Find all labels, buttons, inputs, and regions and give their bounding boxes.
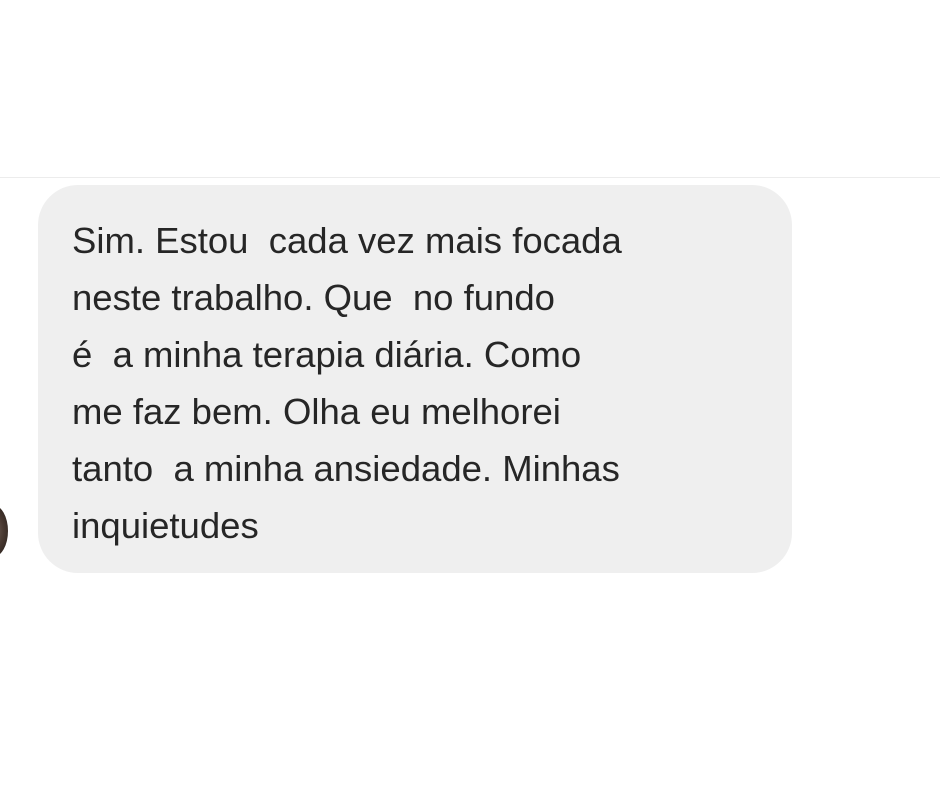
sender-avatar[interactable] [0, 505, 8, 557]
header-divider [0, 177, 940, 178]
message-line: tanto a minha ansiedade. Minhas [72, 448, 620, 489]
message-line: inquietudes [72, 505, 259, 546]
message-line: Sim. Estou cada vez mais focada [72, 220, 622, 261]
message-line: neste trabalho. Que no fundo [72, 277, 555, 318]
message-line: é a minha terapia diária. Como [72, 334, 582, 375]
message-text: Sim. Estou cada vez mais focada neste tr… [72, 212, 622, 554]
message-line: me faz bem. Olha eu melhorei [72, 391, 561, 432]
